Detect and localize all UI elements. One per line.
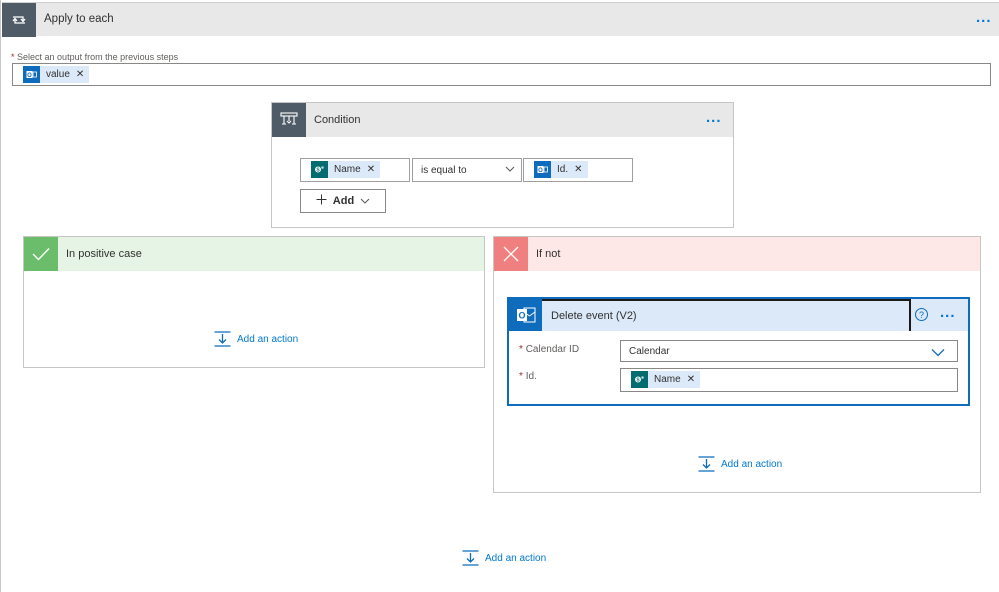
add-action-icon [462, 550, 479, 566]
sharepoint-icon: S [631, 371, 648, 388]
required-mark: * [11, 52, 15, 62]
negative-case-card: If not O Delete event (V2) ? ... * Calen… [493, 236, 981, 493]
chevron-down-icon [931, 348, 945, 360]
condition-card: Condition ... S Name ✕ is equal to O Id.… [271, 102, 734, 228]
id-name-token-label: Name [654, 374, 681, 385]
header-focus-border-top [542, 299, 911, 301]
apply-to-each-more-button[interactable]: ... [976, 9, 992, 26]
calendar-id-label: Calendar ID [525, 344, 580, 355]
positive-case-card: In positive case Add an action [23, 236, 485, 368]
operator-value: is equal to [421, 165, 467, 176]
help-icon[interactable]: ? [915, 308, 928, 321]
apply-to-each-header[interactable]: Apply to each ... [2, 2, 999, 37]
positive-case-header[interactable]: In positive case [24, 237, 484, 271]
condition-right-operand[interactable]: O Id. ✕ [523, 158, 633, 182]
negative-case-title: If not [536, 248, 561, 260]
id-field-label: Id. [525, 371, 537, 382]
outlook-icon: O [534, 161, 551, 178]
plus-icon [316, 194, 327, 208]
delete-event-title: Delete event (V2) [551, 310, 637, 322]
positive-case-title: In positive case [66, 248, 142, 260]
delete-event-more-button[interactable]: ... [940, 304, 956, 321]
select-output-field[interactable]: O value ✕ [12, 63, 991, 86]
condition-add-button[interactable]: Add [300, 189, 386, 213]
bottom-add-action-button[interactable]: Add an action [462, 550, 546, 566]
condition-add-label: Add [332, 195, 355, 207]
outlook-icon: O [23, 66, 40, 83]
select-output-label-row: * Select an output from the previous ste… [11, 52, 178, 62]
sharepoint-icon: S [311, 161, 328, 178]
checkmark-icon [24, 237, 58, 271]
condition-more-button[interactable]: ... [706, 109, 722, 126]
close-icon [494, 237, 528, 271]
delete-event-card: O Delete event (V2) ? ... * Calendar ID … [507, 297, 970, 406]
calendar-id-value: Calendar [629, 346, 670, 357]
remove-id-name-token-icon[interactable]: ✕ [687, 374, 695, 385]
operator-dropdown[interactable]: is equal to [412, 158, 522, 182]
apply-to-each-title: Apply to each [44, 13, 114, 25]
svg-text:O: O [518, 311, 525, 321]
condition-title: Condition [314, 114, 361, 126]
chevron-down-icon [505, 164, 515, 177]
name-token-label: Name [334, 164, 361, 175]
id-token[interactable]: O Id. ✕ [534, 161, 588, 178]
negative-case-header[interactable]: If not [494, 237, 980, 271]
condition-header[interactable]: Condition ... [272, 103, 733, 137]
id-token-label: Id. [557, 164, 569, 175]
select-output-label: Select an output from the previous steps [17, 52, 179, 62]
negative-add-action-label: Add an action [721, 458, 783, 470]
remove-name-token-icon[interactable]: ✕ [367, 164, 375, 175]
remove-value-token-icon[interactable]: ✕ [76, 69, 84, 80]
name-token[interactable]: S Name ✕ [311, 161, 381, 178]
required-mark: * [519, 371, 523, 382]
id-field[interactable]: S Name ✕ [620, 368, 958, 392]
value-token[interactable]: O value ✕ [23, 66, 90, 83]
required-mark: * [519, 344, 523, 355]
condition-icon [272, 103, 306, 137]
add-action-icon [214, 331, 231, 347]
delete-event-header[interactable]: O Delete event (V2) ? ... [509, 299, 968, 331]
bottom-add-action-label: Add an action [485, 552, 547, 564]
id-label-row: * Id. [519, 371, 537, 382]
svg-text:O: O [538, 168, 543, 174]
id-name-token[interactable]: S Name ✕ [631, 371, 701, 388]
positive-add-action-label: Add an action [237, 333, 299, 345]
condition-left-operand[interactable]: S Name ✕ [300, 158, 410, 182]
positive-add-action-button[interactable]: Add an action [214, 331, 298, 347]
calendar-id-dropdown[interactable]: Calendar [620, 340, 958, 362]
remove-id-token-icon[interactable]: ✕ [574, 164, 582, 175]
apply-to-each-container: Apply to each ... * Select an output fro… [0, 0, 999, 592]
outlook-calendar-icon: O [509, 299, 542, 331]
chevron-down-icon [360, 196, 370, 208]
add-action-icon [698, 456, 715, 472]
negative-add-action-button[interactable]: Add an action [698, 456, 782, 472]
header-focus-border [909, 299, 911, 331]
loop-icon [2, 3, 36, 37]
value-token-label: value [46, 69, 70, 80]
svg-text:O: O [27, 73, 32, 79]
calendar-id-label-row: * Calendar ID [519, 344, 579, 355]
